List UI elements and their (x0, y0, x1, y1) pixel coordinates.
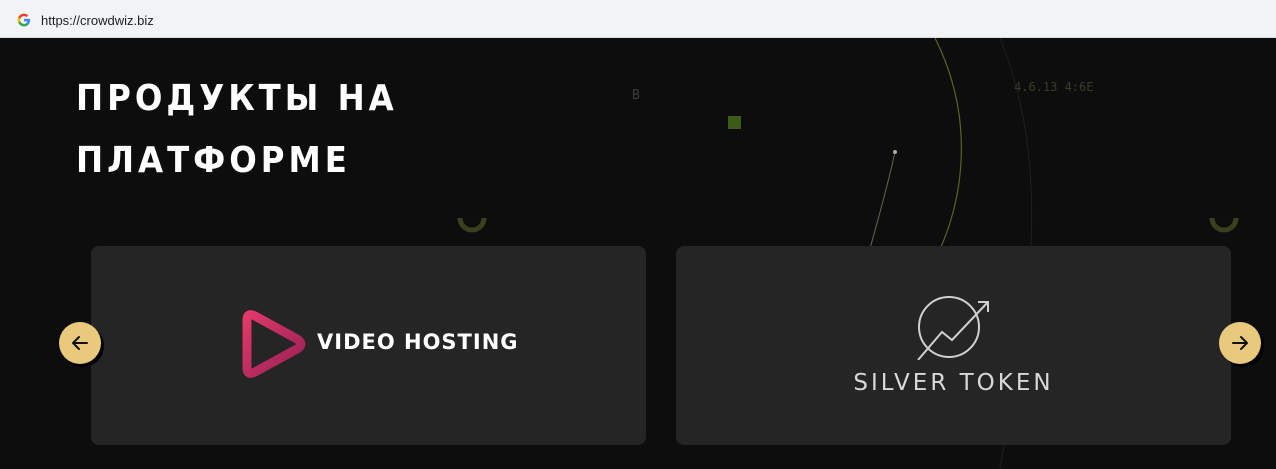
url-text: https://crowdwiz.biz (41, 13, 154, 28)
page-title-line-2: ПЛАТФОРМЕ (76, 140, 351, 181)
decor-hex-text: 4.6.13 4:6E (1014, 80, 1094, 94)
carousel-next-button[interactable] (1219, 322, 1261, 364)
product-card-video-hosting[interactable]: VIDEO HOSTING (91, 246, 646, 445)
page-title-line-1: ПРОДУКТЫ НА (76, 78, 398, 119)
product-label: VIDEO HOSTING (317, 330, 519, 354)
products-section: B 4.6.13 4:6E ПРОДУКТЫ НА ПЛАТФОРМЕ VIDE… (0, 38, 1276, 469)
trend-arrow-circle-icon (917, 296, 989, 360)
product-card-silver-token[interactable]: SILVER TOKEN (676, 246, 1231, 445)
browser-address-bar: https://crowdwiz.biz (0, 0, 1276, 38)
decor-text: B (632, 88, 640, 103)
arrow-right-icon (1232, 336, 1248, 350)
product-label: SILVER TOKEN (853, 370, 1054, 396)
play-icon (242, 310, 306, 378)
page-title: ПРОДУКТЫ НА ПЛАТФОРМЕ (76, 68, 398, 192)
carousel-prev-button[interactable] (59, 322, 101, 364)
arrow-left-icon (72, 336, 88, 350)
google-g-icon (17, 13, 31, 27)
url-field[interactable]: https://crowdwiz.biz (0, 3, 1276, 35)
